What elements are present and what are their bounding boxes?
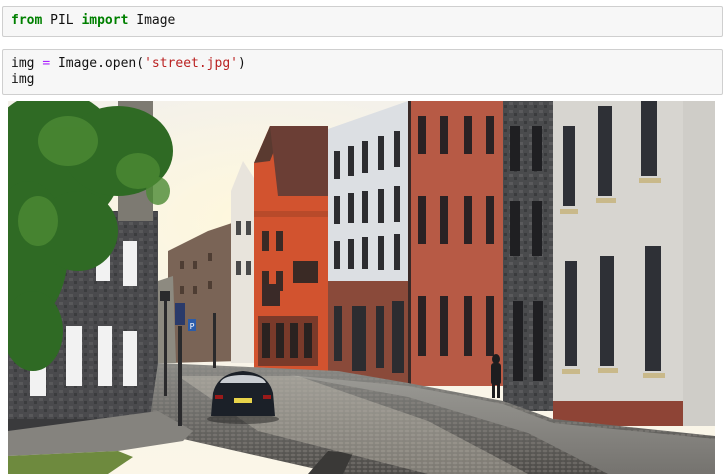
code-line-import[interactable]: from PIL import Image xyxy=(11,13,175,29)
output-image: P xyxy=(8,101,715,474)
call-open: Image.open( xyxy=(50,56,145,71)
assign-operator: = xyxy=(42,56,51,71)
street-photo-icon: P xyxy=(8,101,715,474)
parking-sign-text: P xyxy=(190,322,195,331)
close-paren: ) xyxy=(237,56,246,71)
code-cell-open-image[interactable]: img = Image.open('street.jpg') img xyxy=(2,49,723,95)
keyword-import: import xyxy=(81,13,129,28)
filename-string: 'street.jpg' xyxy=(144,56,238,71)
var-img: img xyxy=(11,56,43,71)
import-name: Image xyxy=(128,13,176,28)
code-cell-import[interactable]: from PIL import Image xyxy=(2,6,723,37)
output-expression: img xyxy=(11,72,35,87)
keyword-from: from xyxy=(11,13,43,28)
module-name: PIL xyxy=(42,13,82,28)
code-block[interactable]: img = Image.open('street.jpg') img xyxy=(11,56,246,88)
